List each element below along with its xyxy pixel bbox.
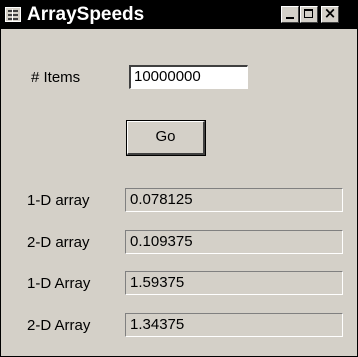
maximize-icon bbox=[304, 9, 313, 18]
minimize-icon bbox=[286, 17, 294, 19]
items-input[interactable]: 10000000 bbox=[129, 65, 248, 89]
result-field-2d-array: 0.109375 bbox=[125, 230, 343, 254]
result-field-1d-array-upper: 1.59375 bbox=[125, 271, 343, 295]
title-bar[interactable]: ArraySpeeds × bbox=[1, 1, 357, 29]
minimize-button[interactable] bbox=[281, 6, 299, 23]
result-field-2d-array-upper: 1.34375 bbox=[125, 313, 343, 337]
close-button[interactable]: × bbox=[321, 4, 339, 23]
result-field-1d-array: 0.078125 bbox=[125, 188, 343, 212]
items-label: # Items bbox=[31, 69, 81, 86]
close-icon: × bbox=[323, 4, 337, 22]
maximize-button[interactable] bbox=[300, 6, 318, 23]
result-label-1d-array-upper: 1-D Array bbox=[27, 275, 91, 292]
app-icon[interactable] bbox=[5, 7, 21, 22]
window-title: ArraySpeeds bbox=[27, 4, 145, 25]
go-button[interactable]: Go bbox=[127, 121, 205, 155]
app-window: ArraySpeeds × # Items 10000000 Go 1-D ar… bbox=[0, 0, 358, 357]
result-label-2d-array-upper: 2-D Array bbox=[27, 317, 91, 334]
result-label-1d-array: 1-D array bbox=[27, 192, 90, 209]
result-label-2d-array: 2-D array bbox=[27, 234, 90, 251]
